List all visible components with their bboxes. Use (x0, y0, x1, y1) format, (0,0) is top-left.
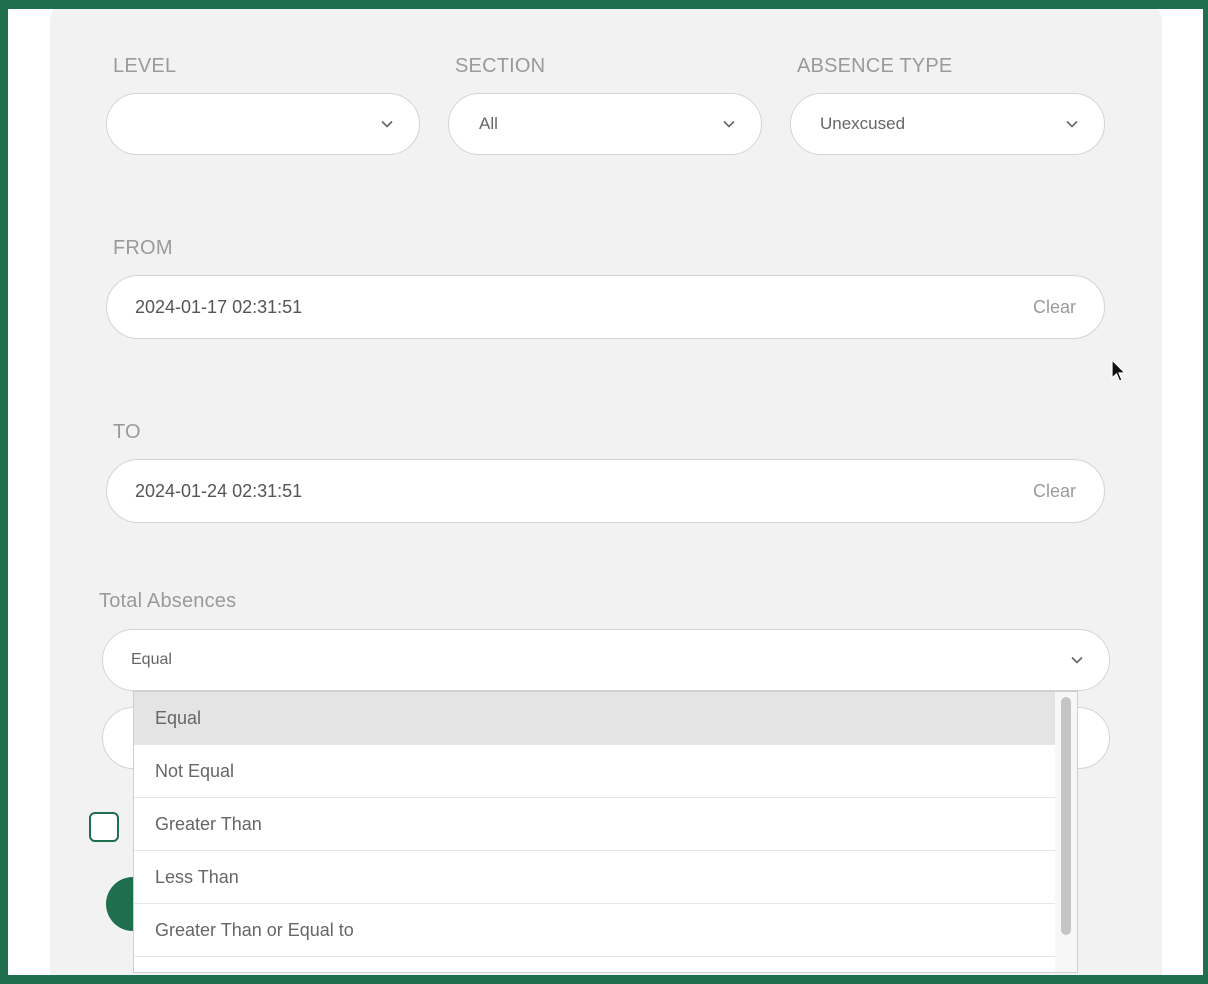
from-label: FROM (113, 237, 173, 259)
dropdown-scrollbar[interactable] (1055, 692, 1077, 972)
chevron-down-icon (1069, 652, 1085, 668)
to-date-input[interactable]: 2024-01-24 02:31:51 Clear (106, 459, 1105, 523)
page-frame: LEVEL SECTION All ABSENCE TYPE Unexcused… (8, 9, 1203, 975)
dropdown-option[interactable]: Greater Than (134, 798, 1056, 851)
level-label: LEVEL (113, 55, 177, 77)
total-absences-label: Total Absences (99, 590, 237, 612)
mouse-cursor-icon (1111, 359, 1127, 382)
chevron-down-icon (1064, 116, 1080, 132)
absence-type-label: ABSENCE TYPE (797, 55, 953, 77)
dropdown-option[interactable]: Not Equal (134, 745, 1056, 798)
dropdown-option[interactable]: Less Than (134, 851, 1056, 904)
total-absences-operator-select[interactable]: Equal (102, 629, 1110, 691)
dropdown-option[interactable]: Equal (134, 692, 1056, 745)
operator-dropdown-list: Equal Not Equal Greater Than Less Than G… (133, 691, 1078, 973)
to-clear-button[interactable]: Clear (1033, 481, 1076, 502)
section-select[interactable]: All (448, 93, 762, 155)
total-absences-operator-value: Equal (131, 651, 172, 668)
from-date-value: 2024-01-17 02:31:51 (135, 296, 303, 317)
to-date-value: 2024-01-24 02:31:51 (135, 480, 303, 501)
dropdown-option[interactable]: Greater Than or Equal to (134, 904, 1056, 957)
to-label: TO (113, 421, 141, 443)
absence-type-select-value: Unexcused (820, 114, 906, 133)
chevron-down-icon (379, 116, 395, 132)
from-clear-button[interactable]: Clear (1033, 297, 1076, 318)
section-label: SECTION (455, 55, 546, 77)
chevron-down-icon (721, 116, 737, 132)
section-select-value: All (479, 114, 498, 133)
level-select[interactable] (106, 93, 420, 155)
from-date-input[interactable]: 2024-01-17 02:31:51 Clear (106, 275, 1105, 339)
absence-type-select[interactable]: Unexcused (790, 93, 1105, 155)
scrollbar-thumb[interactable] (1061, 697, 1071, 935)
filter-checkbox[interactable] (89, 812, 119, 842)
